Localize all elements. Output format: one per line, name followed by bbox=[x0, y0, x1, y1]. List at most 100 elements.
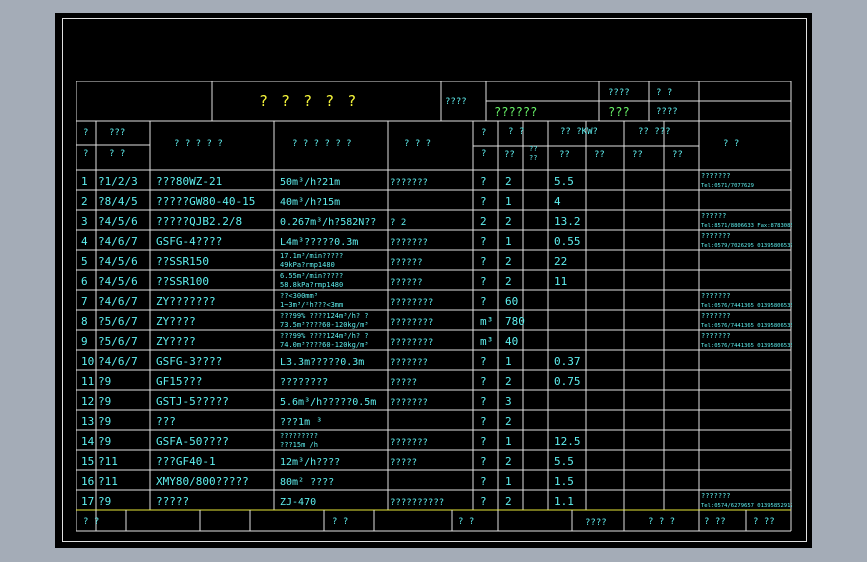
row-qty: 2 bbox=[505, 215, 512, 228]
row-name: ??? bbox=[156, 415, 176, 428]
row-note-2: Tel:0576/7441365 013958065355 bbox=[701, 303, 792, 309]
row-unit: ? bbox=[480, 455, 487, 468]
row-qty: 1 bbox=[505, 195, 512, 208]
row-name: ?????GW80-40-15 bbox=[156, 195, 255, 208]
row-qty: 2 bbox=[505, 455, 512, 468]
header-weight-sub2: ?? bbox=[672, 150, 683, 160]
row-qty: 40 bbox=[505, 335, 518, 348]
row-power: 11 bbox=[554, 275, 567, 288]
footer-cell-4: ???? bbox=[585, 518, 607, 528]
header-unit-top: ? bbox=[481, 128, 486, 138]
row-spec: 5.6m³/h?????0.5m bbox=[280, 397, 376, 408]
row-position: ?4/5/6 bbox=[98, 275, 138, 288]
row-position: ?9 bbox=[98, 435, 111, 448]
row-number: 11 bbox=[81, 375, 94, 388]
row-unit: ? bbox=[480, 175, 487, 188]
row-name: GSFA-50???? bbox=[156, 435, 229, 448]
row-spec-2: 49kPa?rmp1480 bbox=[280, 261, 335, 269]
row-unit: ? bbox=[480, 235, 487, 248]
row-number: 7 bbox=[81, 295, 88, 308]
row-number: 3 bbox=[81, 215, 88, 228]
row-spec: L4m³?????0.3m bbox=[280, 237, 358, 248]
row-unit: ? bbox=[480, 195, 487, 208]
row-name: GSTJ-5????? bbox=[156, 395, 229, 408]
row-power: 0.37 bbox=[554, 355, 581, 368]
row-unit: ? bbox=[480, 375, 487, 388]
row-qty: 780 bbox=[505, 315, 525, 328]
row-number: 14 bbox=[81, 435, 95, 448]
row-name: ??SSR150 bbox=[156, 255, 209, 268]
row-unit: ? bbox=[480, 275, 487, 288]
row-position: ?11 bbox=[98, 475, 118, 488]
row-name: GF15??? bbox=[156, 375, 202, 388]
row-note: ??????? bbox=[701, 332, 731, 340]
row-material: ??????? bbox=[390, 398, 428, 408]
row-material: ??????? bbox=[390, 178, 428, 188]
row-position: ?4/6/7 bbox=[98, 295, 138, 308]
row-unit: 2 bbox=[480, 215, 487, 228]
header-weight-sub1: ?? bbox=[632, 150, 643, 160]
row-spec: ZJ-470 bbox=[280, 497, 316, 508]
row-qty: 1 bbox=[505, 435, 512, 448]
row-material: ??????? bbox=[390, 438, 428, 448]
row-number: 6 bbox=[81, 275, 88, 288]
row-qty: 3 bbox=[505, 395, 512, 408]
row-qty: 2 bbox=[505, 175, 512, 188]
row-note: ??????? bbox=[701, 492, 731, 500]
footer-cell-2: ? ? bbox=[332, 517, 348, 527]
row-unit: m³ bbox=[480, 315, 493, 328]
row-spec-2: 1~3m³/²h???<3mm bbox=[280, 301, 343, 309]
row-qty: 2 bbox=[505, 255, 512, 268]
row-power: 13.2 bbox=[554, 215, 581, 228]
row-note-2: Tel:0574/6279657 013958529120 bbox=[701, 503, 792, 509]
header-position-top: ??? bbox=[109, 128, 125, 138]
row-note-2: Tel:0576/7441365 013958065355 bbox=[701, 323, 792, 329]
footer-cell-3: ? ? bbox=[458, 517, 474, 527]
row-position: ?8/4/5 bbox=[98, 195, 138, 208]
header-note: ? ? bbox=[723, 139, 739, 149]
header-power-sub1: ?? bbox=[559, 150, 570, 160]
row-power: 12.5 bbox=[554, 435, 581, 448]
row-qty: 2 bbox=[505, 415, 512, 428]
row-material: ???????? bbox=[390, 318, 433, 328]
row-note-2: Tel:0579/7026295 013958065393 bbox=[701, 243, 792, 249]
row-number: 15 bbox=[81, 455, 94, 468]
row-note: ??????? bbox=[701, 172, 731, 180]
footer-cell-7: ? ?? bbox=[753, 517, 775, 527]
row-note: ??????? bbox=[701, 292, 731, 300]
row-spec: ???1m ³ bbox=[280, 417, 322, 428]
header-name: ? ? ? ? ? bbox=[174, 139, 223, 149]
title-label: ???? bbox=[445, 97, 467, 107]
header-qty: ? ? bbox=[508, 127, 524, 137]
row-note: ?????? bbox=[701, 212, 726, 220]
row-position: ?4/6/7 bbox=[98, 355, 138, 368]
row-number: 16 bbox=[81, 475, 94, 488]
row-material: ???????? bbox=[390, 298, 433, 308]
row-qty: 2 bbox=[505, 495, 512, 508]
row-power: 4 bbox=[554, 195, 561, 208]
row-spec-2: 73.5m³????60-120kg/m³ bbox=[280, 321, 369, 329]
row-position: ?1/2/3 bbox=[98, 175, 138, 188]
row-position: ?4/6/7 bbox=[98, 235, 138, 248]
row-spec: ???99% ????124m³/h? ? bbox=[280, 332, 369, 340]
row-qty: 1 bbox=[505, 475, 512, 488]
footer-cell-5: ? ? ? bbox=[648, 517, 675, 527]
row-number: 8 bbox=[81, 315, 88, 328]
row-unit: ? bbox=[480, 495, 487, 508]
row-material: ????? bbox=[390, 458, 417, 468]
row-material: ??????? bbox=[390, 358, 428, 368]
row-note-2: Tel:8571/8806633 Fax:8783085 bbox=[701, 223, 792, 229]
row-unit: ? bbox=[480, 475, 487, 488]
row-unit: ? bbox=[480, 435, 487, 448]
footer-cell-1: ? ? bbox=[83, 517, 99, 527]
row-number: 4 bbox=[81, 235, 88, 248]
row-unit: ? bbox=[480, 395, 487, 408]
header-power: ?? ?KW? bbox=[560, 127, 598, 137]
row-material: ?????????? bbox=[390, 498, 444, 508]
row-unit: m³ bbox=[480, 335, 493, 348]
header-spec: ? ? ? ? ? ? bbox=[292, 139, 352, 149]
row-name: GSFG-4???? bbox=[156, 235, 222, 248]
row-name: XMY80/800????? bbox=[156, 475, 249, 488]
row-power: 0.55 bbox=[554, 235, 581, 248]
row-power: 1.5 bbox=[554, 475, 574, 488]
